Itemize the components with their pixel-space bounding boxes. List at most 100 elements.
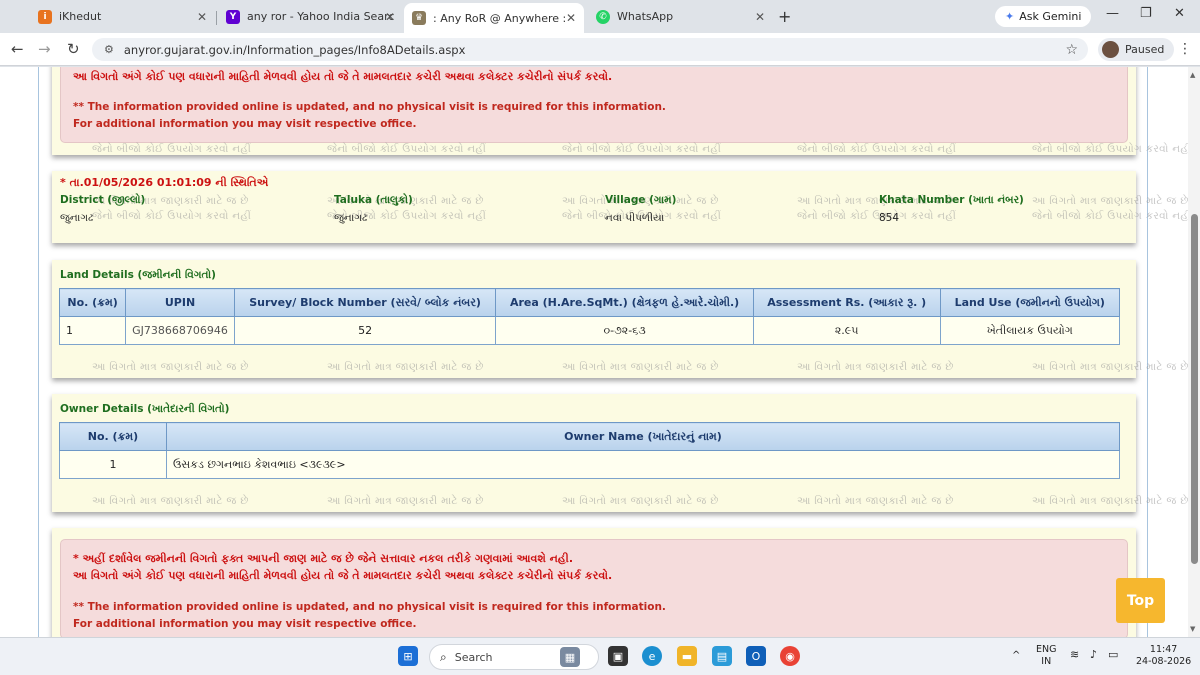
tab-whatsapp[interactable]: ✆ WhatsApp ✕ xyxy=(588,5,773,28)
watermark-text: જેનો બીજો કોઈ ઉપયોગ કરવો નહીં xyxy=(92,143,252,155)
watermark-text: જેનો બીજો કોઈ ઉપયોગ કરવો નહીં xyxy=(797,210,957,222)
taluka-value: જુનાગઢ xyxy=(334,212,368,224)
column-header: Area (H.Are.SqMt.) (ક્ષેત્રફળ હે.આરે.ચોમ… xyxy=(495,288,754,317)
column-header: No. (ક્રમ) xyxy=(58,288,127,317)
page-scrollbar[interactable]: ▲ ▼ xyxy=(1188,67,1200,637)
table-cell: GJ738668706946 xyxy=(125,316,235,345)
watermark-text: આ વિગતો માત્ર જાણકારી માટે જ છે xyxy=(327,495,484,507)
back-to-top-button[interactable]: Top xyxy=(1116,578,1165,623)
notice-gujarati-line: * અહીં દર્શાવેલ જમીનની વિગતો ફક્ત આપની જ… xyxy=(73,552,574,565)
table-header-row: No. (ક્રમ) UPIN Survey/ Block Number (સર… xyxy=(58,288,1120,317)
restore-icon[interactable]: ❐ xyxy=(1140,6,1152,21)
close-icon[interactable]: ✕ xyxy=(385,10,395,24)
notice-box: આ વિગતો અંગે કોઈ પણ વધારાની માહિતી મેળવવ… xyxy=(60,67,1128,143)
notice-english-line: For additional information you may visit… xyxy=(73,618,417,630)
close-icon[interactable]: ✕ xyxy=(197,10,207,24)
ask-gemini-button[interactable]: ✦ Ask Gemini xyxy=(995,6,1092,27)
task-view-icon[interactable]: ▣ xyxy=(608,646,628,666)
yahoo-icon: Y xyxy=(226,9,240,24)
bookmark-star-icon[interactable]: ☆ xyxy=(1065,42,1078,58)
watermark-text: આ વિગતો માત્ર જાણકારી માટે જ છે xyxy=(1032,361,1188,373)
watermark-text: આ વિગતો માત્ર જાણકારી માટે જ છે xyxy=(327,361,484,373)
scroll-down-icon[interactable]: ▼ xyxy=(1190,625,1195,633)
clock-date: 24-08-2026 xyxy=(1136,656,1192,667)
watermark-text: આ વિગતો માત્ર જાણકારી માટે જ છે xyxy=(92,495,249,507)
ikhedut-icon: i xyxy=(38,9,52,24)
village-value: નવા પીપળીયા xyxy=(605,212,665,224)
district-label: District (જીલ્લો) xyxy=(60,194,146,206)
notice-english-line: ** The information provided online is up… xyxy=(73,601,666,613)
table-row: 1 ઉસકડ છગનભાઇ કેશવભાઇ <૩૯૩૯> xyxy=(59,450,1121,479)
table-header-row: No. (ક્રમ) Owner Name (ખાતેદારનું નામ) xyxy=(59,422,1121,451)
watermark-text: જેનો બીજો કોઈ ઉપયોગ કરવો નહીં xyxy=(1032,143,1188,155)
table-row: 1 GJ738668706946 52 ૦-૭૨-૬૩ ૨.૯૫ ખેતીલાય… xyxy=(58,316,1120,345)
avatar xyxy=(1102,41,1119,58)
table-cell: ઉસકડ છગનભાઇ કેશવભાઇ <૩૯૩૯> xyxy=(165,450,1121,479)
windows-taskbar: ⊞ ⌕ Search ▦ ▣ e ▬ ▤ O ◉ ^ ENG IN ≋ ♪ ▭ … xyxy=(0,637,1200,675)
wifi-icon[interactable]: ≋ xyxy=(1070,649,1079,661)
minimize-icon[interactable]: — xyxy=(1106,6,1119,21)
land-details-panel: Land Details (જમીનની વિગતો) No. (ક્રમ) U… xyxy=(52,260,1188,378)
land-details-table: No. (ક્રમ) UPIN Survey/ Block Number (સર… xyxy=(58,288,1120,345)
gemini-label: Ask Gemini xyxy=(1019,10,1082,23)
tab-label: WhatsApp xyxy=(617,10,674,23)
village-label: Village (ગામ) xyxy=(605,194,677,206)
status-timestamp: * તા.01/05/2026 01:01:09 ની સ્થિતિએ xyxy=(60,176,269,189)
volume-icon[interactable]: ♪ xyxy=(1090,649,1097,661)
tab-ikhedut[interactable]: i iKhedut ✕ xyxy=(30,5,215,28)
window-close-icon[interactable]: ✕ xyxy=(1174,6,1185,21)
windows-start-icon[interactable]: ⊞ xyxy=(398,646,418,666)
reload-icon[interactable]: ↻ xyxy=(67,40,80,58)
notice-panel-top: આ વિગતો અંગે કોઈ પણ વધારાની માહિતી મેળવવ… xyxy=(52,67,1188,155)
clock[interactable]: 11:47 24-08-2026 xyxy=(1136,644,1191,668)
column-header: Owner Name (ખાતેદારનું નામ) xyxy=(165,422,1121,451)
notice-english-line: For additional information you may visit… xyxy=(73,118,417,130)
battery-icon[interactable]: ▭ xyxy=(1108,649,1118,661)
table-cell: 1 xyxy=(59,450,167,479)
file-explorer-icon[interactable]: ▬ xyxy=(677,646,697,666)
forward-icon[interactable]: → xyxy=(38,40,51,58)
table-cell: ૨.૯૫ xyxy=(752,316,941,345)
new-tab-button[interactable]: + xyxy=(778,7,791,26)
column-header: UPIN xyxy=(125,288,235,317)
scroll-up-icon[interactable]: ▲ xyxy=(1190,71,1195,79)
owner-details-title: Owner Details (ખાતેદારની વિગતો) xyxy=(60,403,230,415)
khata-info-panel: * તા.01/05/2026 01:01:09 ની સ્થિતિએ આ વિ… xyxy=(52,171,1188,243)
tray-chevron-icon[interactable]: ^ xyxy=(1012,650,1020,662)
store-icon[interactable]: ▤ xyxy=(712,646,732,666)
khata-number-value: 854 xyxy=(879,212,900,224)
tab-divider xyxy=(216,11,217,25)
browser-tab-strip: i iKhedut ✕ Y any ror - Yahoo India Sear… xyxy=(0,0,1200,33)
watermark-text: જેનો બીજો કોઈ ઉપયોગ કરવો નહીં xyxy=(327,143,487,155)
search-placeholder: Search xyxy=(454,650,493,664)
notice-english-line: ** The information provided online is up… xyxy=(73,101,666,113)
url-text: anyror.gujarat.gov.in/Information_pages/… xyxy=(123,42,466,57)
tab-anyror[interactable]: ♛ : Any RoR @ Anywhere : ✕ xyxy=(404,3,584,33)
site-info-icon[interactable]: ⚙ xyxy=(104,43,114,56)
back-icon[interactable]: ← xyxy=(11,40,24,58)
profile-status: Paused xyxy=(1125,43,1165,56)
address-bar[interactable]: ⚙ anyror.gujarat.gov.in/Information_page… xyxy=(92,38,1088,61)
outlook-icon[interactable]: O xyxy=(746,646,766,666)
edge-browser-icon[interactable]: e xyxy=(642,646,662,666)
tab-label: iKhedut xyxy=(59,10,102,23)
table-cell: ખેતીલાયક ઉપયોગ xyxy=(939,316,1120,345)
watermark-text: આ વિગતો માત્ર જાણકારી માટે જ છે xyxy=(1032,195,1188,207)
notice-box: * અહીં દર્શાવેલ જમીનની વિગતો ફક્ત આપની જ… xyxy=(60,539,1128,637)
watermark-text: આ વિગતો માત્ર જાણકારી માટે જ છે xyxy=(92,361,249,373)
tab-label: any ror - Yahoo India Search Re xyxy=(247,10,395,23)
chrome-icon[interactable]: ◉ xyxy=(780,646,800,666)
whatsapp-icon: ✆ xyxy=(596,9,610,24)
page-viewport: આ વિગતો અંગે કોઈ પણ વધારાની માહિતી મેળવવ… xyxy=(0,67,1188,637)
scrollbar-thumb[interactable] xyxy=(1191,214,1198,564)
close-icon[interactable]: ✕ xyxy=(566,11,576,25)
menu-kebab-icon[interactable]: ⋮ xyxy=(1178,41,1192,57)
close-icon[interactable]: ✕ xyxy=(755,10,765,24)
tab-yahoo[interactable]: Y any ror - Yahoo India Search Re ✕ xyxy=(218,5,403,28)
watermark-text: જેનો બીજો કોઈ ઉપયોગ કરવો નહીં xyxy=(1032,210,1188,222)
watermark-text: આ વિગતો માત્ર જાણકારી માટે જ છે xyxy=(797,495,954,507)
profile-button[interactable]: Paused xyxy=(1098,38,1175,61)
watermark-text: જેનો બીજો કોઈ ઉપયોગ કરવો નહીં xyxy=(797,143,957,155)
khata-number-label: Khata Number (ખાતા નંબર) xyxy=(879,194,1024,206)
language-indicator[interactable]: ENG IN xyxy=(1036,644,1056,668)
